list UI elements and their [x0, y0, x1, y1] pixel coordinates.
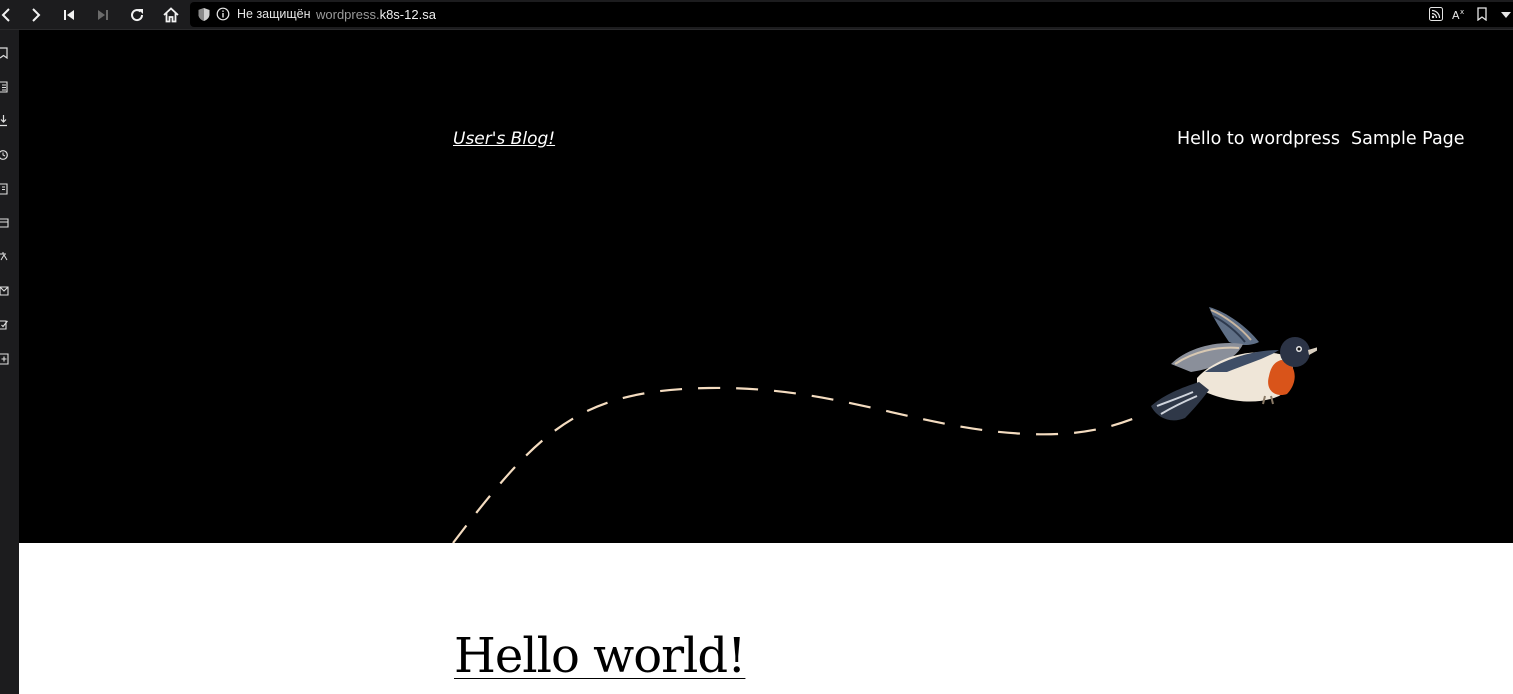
site-header: User's Blog! Hello to wordpress Sample P… — [19, 30, 1513, 543]
tasks-icon[interactable] — [0, 319, 9, 331]
site-title-link[interactable]: User's Blog! — [453, 129, 555, 149]
url-text[interactable]: wordpress.k8s-12.sa — [316, 7, 436, 22]
notes-icon[interactable] — [0, 183, 9, 195]
bookmark-icon[interactable] — [1475, 7, 1489, 21]
dashed-flight-path — [452, 386, 1136, 543]
nav-link-sample-page[interactable]: Sample Page — [1351, 129, 1465, 149]
shield-icon[interactable] — [197, 7, 211, 22]
reload-icon[interactable] — [126, 4, 148, 26]
bookmarks-icon[interactable] — [0, 47, 9, 59]
svg-text:A: A — [1452, 9, 1460, 21]
history-icon[interactable] — [0, 149, 9, 161]
translate-icon[interactable]: A x — [1452, 7, 1466, 21]
add-panel-icon[interactable] — [0, 353, 9, 365]
downloads-icon[interactable] — [0, 115, 9, 127]
nav-link-hello-to-wordpress[interactable]: Hello to wordpress — [1177, 129, 1340, 149]
back-icon[interactable] — [0, 4, 18, 26]
post-title-link[interactable]: Hello world! — [454, 630, 746, 683]
rss-icon[interactable] — [1429, 7, 1443, 21]
home-icon[interactable] — [160, 4, 182, 26]
url-prefix: wordpress. — [316, 7, 380, 22]
fast-forward-icon[interactable] — [92, 4, 114, 26]
side-panel — [0, 30, 19, 694]
window-icon[interactable] — [0, 217, 9, 229]
hummingbird-illustration — [1151, 307, 1317, 421]
browser-toolbar: Не защищён wordpress.k8s-12.sa A x — [0, 0, 1513, 30]
mail-icon[interactable] — [0, 285, 9, 297]
reading-list-icon[interactable] — [0, 81, 9, 93]
info-icon[interactable] — [216, 7, 230, 21]
rewind-icon[interactable] — [58, 4, 80, 26]
security-status[interactable]: Не защищён — [237, 7, 311, 21]
translate-panel-icon[interactable] — [0, 251, 9, 263]
svg-text:x: x — [1460, 8, 1464, 16]
url-host: k8s-12.sa — [379, 7, 436, 22]
menu-dropdown-icon[interactable] — [1499, 7, 1513, 21]
forward-icon[interactable] — [24, 4, 46, 26]
